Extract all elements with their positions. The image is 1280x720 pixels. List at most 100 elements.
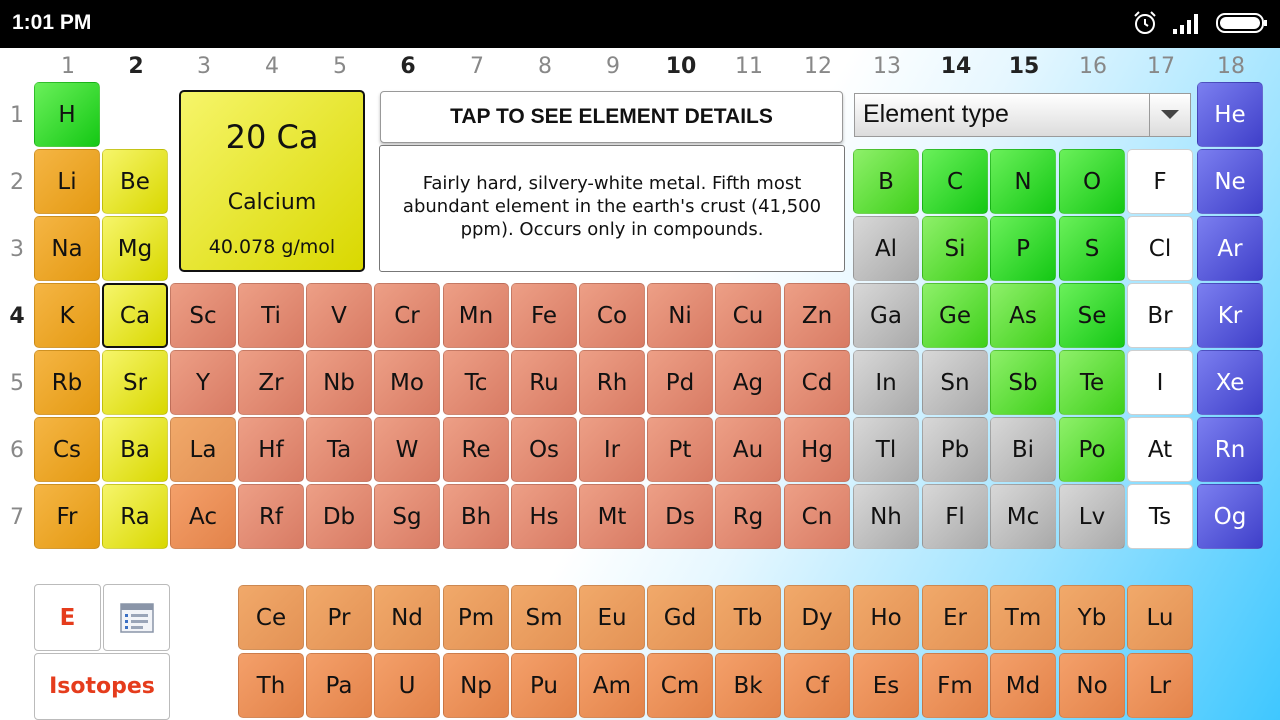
element-cell-rg[interactable]: Rg: [715, 484, 781, 549]
element-cell-pm[interactable]: Pm: [443, 585, 509, 650]
element-cell-tc[interactable]: Tc: [443, 350, 509, 415]
element-cell-os[interactable]: Os: [511, 417, 577, 482]
element-cell-co[interactable]: Co: [579, 283, 645, 348]
element-cell-cr[interactable]: Cr: [374, 283, 440, 348]
element-cell-cf[interactable]: Cf: [784, 653, 850, 718]
element-cell-ni[interactable]: Ni: [647, 283, 713, 348]
element-cell-ag[interactable]: Ag: [715, 350, 781, 415]
element-cell-ne[interactable]: Ne: [1197, 149, 1263, 214]
element-cell-as[interactable]: As: [990, 283, 1056, 348]
element-cell-md[interactable]: Md: [990, 653, 1056, 718]
element-cell-ce[interactable]: Ce: [238, 585, 304, 650]
element-cell-sn[interactable]: Sn: [922, 350, 988, 415]
element-cell-na[interactable]: Na: [34, 216, 100, 281]
element-cell-pb[interactable]: Pb: [922, 417, 988, 482]
element-cell-ca[interactable]: Ca: [102, 283, 168, 348]
element-cell-sm[interactable]: Sm: [511, 585, 577, 650]
element-cell-w[interactable]: W: [374, 417, 440, 482]
element-cell-tl[interactable]: Tl: [853, 417, 919, 482]
element-cell-bi[interactable]: Bi: [990, 417, 1056, 482]
element-cell-y[interactable]: Y: [170, 350, 236, 415]
element-cell-ar[interactable]: Ar: [1197, 216, 1263, 281]
element-cell-ts[interactable]: Ts: [1127, 484, 1193, 549]
element-cell-fe[interactable]: Fe: [511, 283, 577, 348]
element-cell-yb[interactable]: Yb: [1059, 585, 1125, 650]
element-cell-ti[interactable]: Ti: [238, 283, 304, 348]
element-details-button[interactable]: TAP TO SEE ELEMENT DETAILS: [380, 91, 843, 143]
element-cell-tm[interactable]: Tm: [990, 585, 1056, 650]
element-cell-cm[interactable]: Cm: [647, 653, 713, 718]
element-cell-rn[interactable]: Rn: [1197, 417, 1263, 482]
element-cell-be[interactable]: Be: [102, 149, 168, 214]
element-cell-he[interactable]: He: [1197, 82, 1263, 147]
element-cell-mn[interactable]: Mn: [443, 283, 509, 348]
element-cell-nb[interactable]: Nb: [306, 350, 372, 415]
element-cell-fr[interactable]: Fr: [34, 484, 100, 549]
element-cell-in[interactable]: In: [853, 350, 919, 415]
element-cell-fl[interactable]: Fl: [922, 484, 988, 549]
element-cell-ho[interactable]: Ho: [853, 585, 919, 650]
element-cell-cd[interactable]: Cd: [784, 350, 850, 415]
element-cell-tb[interactable]: Tb: [715, 585, 781, 650]
element-cell-pt[interactable]: Pt: [647, 417, 713, 482]
element-cell-xe[interactable]: Xe: [1197, 350, 1263, 415]
element-cell-ir[interactable]: Ir: [579, 417, 645, 482]
element-cell-zn[interactable]: Zn: [784, 283, 850, 348]
element-cell-gd[interactable]: Gd: [647, 585, 713, 650]
element-cell-o[interactable]: O: [1059, 149, 1125, 214]
element-cell-cu[interactable]: Cu: [715, 283, 781, 348]
element-cell-la[interactable]: La: [170, 417, 236, 482]
element-cell-rh[interactable]: Rh: [579, 350, 645, 415]
element-cell-cs[interactable]: Cs: [34, 417, 100, 482]
selected-element-box[interactable]: 20 Ca Calcium 40.078 g/mol: [179, 90, 365, 272]
element-cell-mo[interactable]: Mo: [374, 350, 440, 415]
element-cell-db[interactable]: Db: [306, 484, 372, 549]
element-cell-rb[interactable]: Rb: [34, 350, 100, 415]
element-cell-br[interactable]: Br: [1127, 283, 1193, 348]
element-cell-fm[interactable]: Fm: [922, 653, 988, 718]
element-cell-pr[interactable]: Pr: [306, 585, 372, 650]
element-cell-bk[interactable]: Bk: [715, 653, 781, 718]
element-cell-hf[interactable]: Hf: [238, 417, 304, 482]
element-cell-hs[interactable]: Hs: [511, 484, 577, 549]
element-cell-lu[interactable]: Lu: [1127, 585, 1193, 650]
element-cell-mg[interactable]: Mg: [102, 216, 168, 281]
element-cell-pu[interactable]: Pu: [511, 653, 577, 718]
element-cell-b[interactable]: B: [853, 149, 919, 214]
element-cell-lv[interactable]: Lv: [1059, 484, 1125, 549]
element-cell-pa[interactable]: Pa: [306, 653, 372, 718]
element-cell-po[interactable]: Po: [1059, 417, 1125, 482]
element-cell-c[interactable]: C: [922, 149, 988, 214]
element-cell-ra[interactable]: Ra: [102, 484, 168, 549]
element-cell-hg[interactable]: Hg: [784, 417, 850, 482]
element-cell-nd[interactable]: Nd: [374, 585, 440, 650]
dropdown-toggle[interactable]: [1149, 94, 1190, 136]
element-cell-pd[interactable]: Pd: [647, 350, 713, 415]
list-view-button[interactable]: [103, 584, 170, 651]
element-cell-ga[interactable]: Ga: [853, 283, 919, 348]
element-cell-eu[interactable]: Eu: [579, 585, 645, 650]
element-cell-se[interactable]: Se: [1059, 283, 1125, 348]
element-cell-k[interactable]: K: [34, 283, 100, 348]
element-cell-zr[interactable]: Zr: [238, 350, 304, 415]
element-cell-i[interactable]: I: [1127, 350, 1193, 415]
element-cell-er[interactable]: Er: [922, 585, 988, 650]
element-cell-lr[interactable]: Lr: [1127, 653, 1193, 718]
element-cell-cl[interactable]: Cl: [1127, 216, 1193, 281]
element-cell-li[interactable]: Li: [34, 149, 100, 214]
element-cell-np[interactable]: Np: [443, 653, 509, 718]
element-cell-es[interactable]: Es: [853, 653, 919, 718]
element-cell-dy[interactable]: Dy: [784, 585, 850, 650]
element-cell-sb[interactable]: Sb: [990, 350, 1056, 415]
element-cell-th[interactable]: Th: [238, 653, 304, 718]
element-cell-p[interactable]: P: [990, 216, 1056, 281]
element-cell-te[interactable]: Te: [1059, 350, 1125, 415]
element-cell-kr[interactable]: Kr: [1197, 283, 1263, 348]
element-cell-og[interactable]: Og: [1197, 484, 1263, 549]
element-cell-sg[interactable]: Sg: [374, 484, 440, 549]
element-cell-ac[interactable]: Ac: [170, 484, 236, 549]
element-cell-cn[interactable]: Cn: [784, 484, 850, 549]
element-cell-at[interactable]: At: [1127, 417, 1193, 482]
element-cell-al[interactable]: Al: [853, 216, 919, 281]
element-cell-sr[interactable]: Sr: [102, 350, 168, 415]
